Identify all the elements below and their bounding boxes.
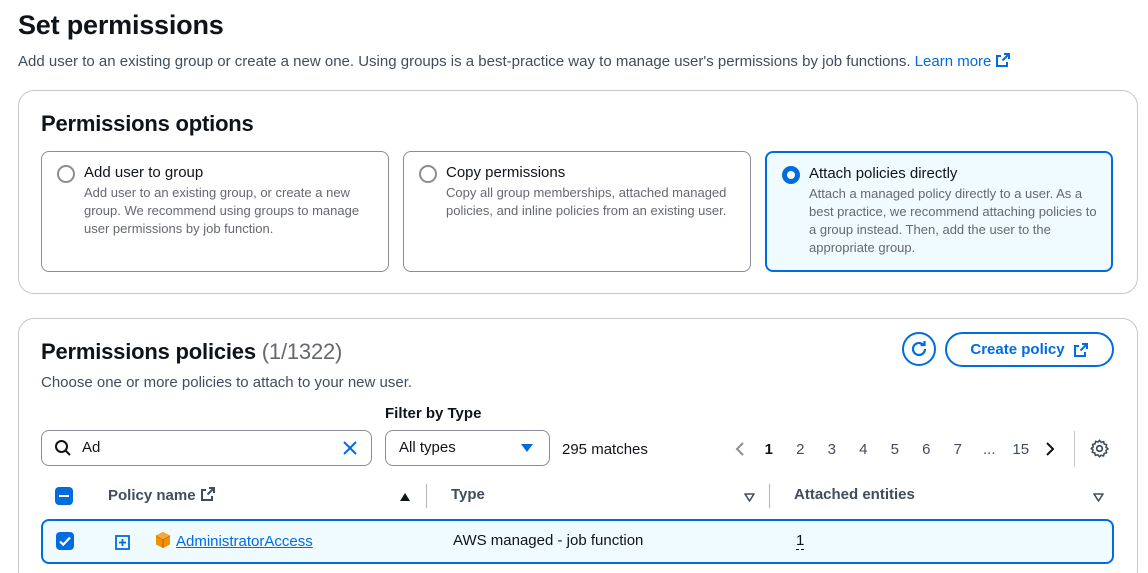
page-title: Set permissions	[18, 10, 224, 40]
select-all-checkbox[interactable]	[55, 487, 73, 505]
page-description: Add user to an existing group or create …	[18, 52, 1011, 70]
policies-count: (1/1322)	[261, 339, 343, 364]
page-description-text: Add user to an existing group or create …	[18, 53, 911, 70]
search-value: Ad	[82, 439, 101, 456]
filter-type-value: All types	[399, 439, 456, 456]
permissions-policies-title: Permissions policies (1/1322)	[41, 339, 342, 365]
page-4[interactable]: 4	[848, 441, 880, 458]
option-attach-policies-directly[interactable]: Attach policies directly Attach a manage…	[765, 151, 1113, 272]
external-link-icon	[200, 487, 215, 501]
column-separator[interactable]	[769, 484, 770, 508]
permissions-policies-subtitle: Choose one or more policies to attach to…	[41, 374, 413, 391]
create-policy-button[interactable]: Create policy	[945, 332, 1114, 367]
column-header-attached-entities[interactable]: Attached entities	[794, 486, 915, 503]
previous-page-icon[interactable]	[729, 440, 753, 458]
gear-icon[interactable]	[1089, 438, 1110, 459]
check-icon	[59, 536, 71, 547]
page-1[interactable]: 1	[753, 441, 785, 458]
permissions-policies-panel: Permissions policies (1/1322) Choose one…	[18, 318, 1138, 573]
next-page-icon[interactable]	[1037, 440, 1061, 458]
learn-more-link[interactable]: Learn more	[915, 53, 1012, 70]
page-2[interactable]: 2	[785, 441, 817, 458]
expand-icon[interactable]	[115, 535, 130, 550]
radio-add-user-to-group[interactable]	[57, 165, 75, 183]
radio-copy-permissions[interactable]	[419, 165, 437, 183]
permissions-options-title: Permissions options	[41, 111, 254, 136]
pagination-divider	[1074, 431, 1075, 467]
policy-type: AWS managed - job function	[453, 532, 644, 549]
matches-count: 295 matches	[562, 441, 648, 458]
row-checkbox[interactable]	[56, 532, 74, 550]
option-description: Attach a managed policy directly to a us…	[809, 186, 1097, 255]
page-ellipsis: ...	[982, 440, 996, 458]
option-label: Attach policies directly	[809, 165, 958, 182]
option-label: Copy permissions	[446, 164, 566, 181]
sort-icon[interactable]	[1093, 493, 1104, 502]
option-description: Copy all group memberships, attached man…	[446, 185, 727, 218]
create-policy-label: Create policy	[970, 341, 1065, 358]
external-link-icon	[996, 53, 1011, 67]
refresh-button[interactable]	[902, 332, 936, 366]
option-add-user-to-group[interactable]: Add user to group Add user to an existin…	[41, 151, 389, 272]
sort-ascending-icon[interactable]	[400, 493, 410, 501]
column-separator[interactable]	[426, 484, 427, 508]
policy-search-input[interactable]: Ad	[41, 430, 372, 466]
external-link-icon	[1073, 342, 1088, 357]
page-3[interactable]: 3	[816, 441, 848, 458]
column-header-type[interactable]: Type	[451, 486, 485, 503]
search-icon	[55, 440, 71, 456]
option-label: Add user to group	[84, 164, 204, 181]
filter-by-type-label: Filter by Type	[385, 405, 482, 422]
refresh-icon	[911, 341, 927, 357]
permissions-policies-title-text: Permissions policies	[41, 339, 256, 364]
policy-name-link[interactable]: AdministratorAccess	[176, 533, 313, 550]
attached-entities-count[interactable]: 1	[796, 533, 805, 550]
option-copy-permissions[interactable]: Copy permissions Copy all group membersh…	[403, 151, 751, 272]
caret-down-icon	[521, 444, 533, 452]
radio-attach-policies-directly[interactable]	[782, 166, 800, 184]
page-7[interactable]: 7	[942, 441, 974, 458]
page-5[interactable]: 5	[879, 441, 911, 458]
page-15[interactable]: 15	[1005, 441, 1037, 458]
table-row[interactable]: AdministratorAccess AWS managed - job fu…	[41, 519, 1114, 564]
permissions-options-panel: Permissions options Add user to group Ad…	[18, 90, 1138, 294]
clear-icon[interactable]	[341, 439, 359, 457]
pagination: 1 2 3 4 5 6 7 ... 15	[729, 437, 1061, 461]
filter-type-select[interactable]: All types	[385, 430, 550, 466]
aws-managed-policy-icon	[155, 532, 171, 548]
sort-icon[interactable]	[744, 493, 755, 502]
page-6[interactable]: 6	[911, 441, 943, 458]
learn-more-label: Learn more	[914, 53, 992, 70]
option-description: Add user to an existing group, or create…	[84, 185, 360, 236]
column-header-policy-name[interactable]: Policy name	[108, 486, 216, 504]
column-policy-name-label: Policy name	[108, 487, 196, 504]
